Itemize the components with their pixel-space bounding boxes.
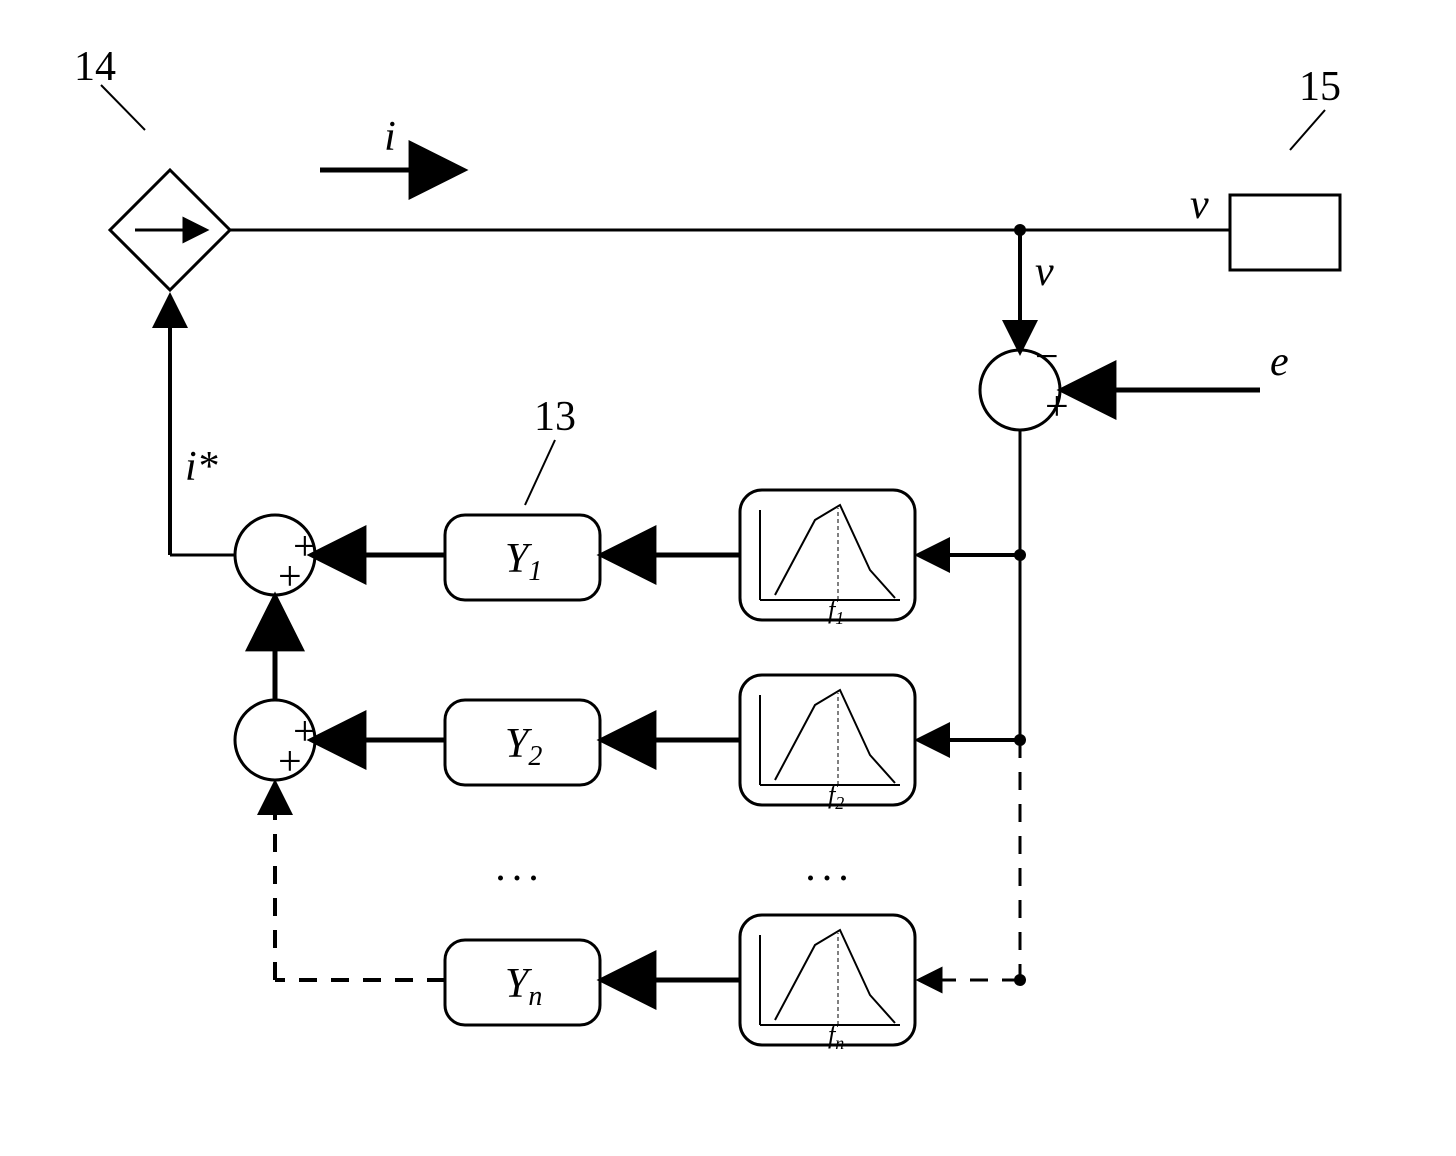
f1-sub: 1 (835, 608, 844, 628)
istar-label: i* (185, 444, 218, 490)
e-label: e (1270, 339, 1289, 385)
ellipsis-gains: ... (495, 844, 545, 890)
y1-sub: 1 (528, 556, 542, 587)
load-block-15: 15 (1230, 64, 1341, 270)
svg-text:Y1: Y1 (505, 536, 542, 587)
branch-n: fn Yn (445, 915, 1026, 1053)
i-label: i (384, 114, 396, 160)
sum-2: + + (235, 700, 317, 785)
branch-1: f1 Y1 13 (315, 394, 1026, 628)
i-signal: i (320, 114, 460, 170)
current-source-14: 14 (74, 44, 230, 290)
gain-y2: Y2 (445, 700, 600, 785)
ref14-label: 14 (74, 44, 116, 90)
v-tap-label: v (1035, 249, 1054, 295)
filter-f1: f1 (740, 490, 915, 628)
gain-y1: Y1 13 (445, 394, 600, 600)
gain-yn: Yn (445, 940, 600, 1025)
svg-text:Yn: Yn (505, 961, 542, 1012)
filter-f2: f2 (740, 675, 915, 813)
minus-label: − (1035, 334, 1059, 380)
wire-istar: i* (170, 298, 235, 555)
ref15-label: 15 (1299, 64, 1341, 110)
sum-1: + + (235, 515, 317, 600)
filter-fn: fn (740, 915, 915, 1053)
wire-yn-to-sum2 (275, 785, 445, 980)
sum1-plus-bot: + (278, 554, 302, 600)
ellipsis-filters: ... (805, 844, 855, 890)
diagram: 14 15 i v v − + e f (0, 0, 1456, 1156)
fn-sub: n (835, 1033, 844, 1053)
v-right-label: v (1190, 182, 1209, 228)
svg-text:Y2: Y2 (505, 721, 542, 772)
sum-error: − + (980, 334, 1069, 430)
sum2-plus-bot: + (278, 739, 302, 785)
f2-sub: 2 (835, 793, 844, 813)
yn-sub: n (528, 981, 542, 1012)
ref13-label: 13 (534, 394, 576, 440)
y2-sub: 2 (528, 741, 542, 772)
branch-2: f2 Y2 (315, 675, 1026, 813)
